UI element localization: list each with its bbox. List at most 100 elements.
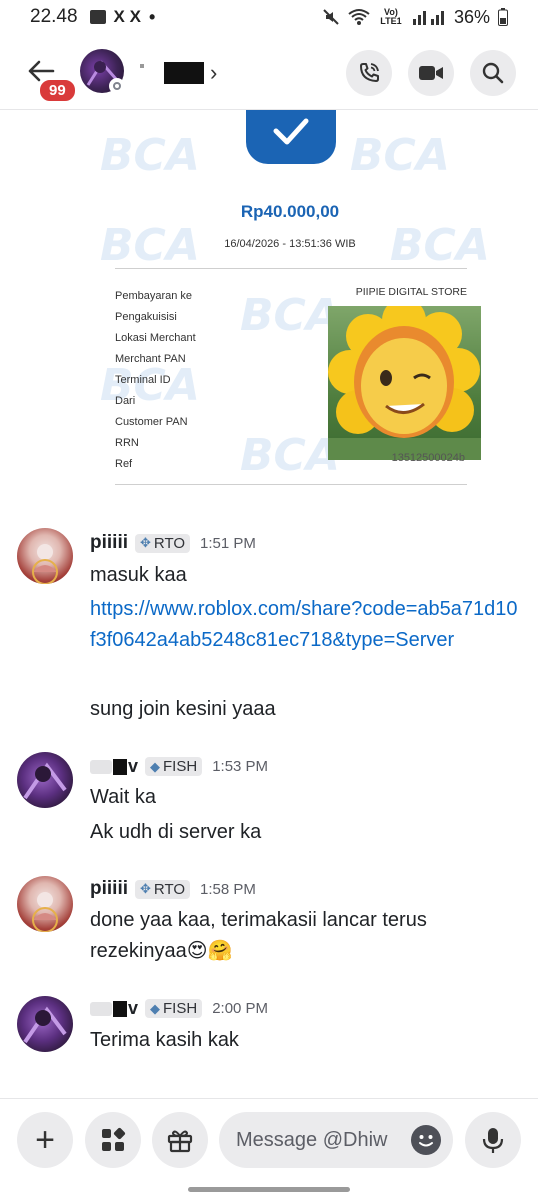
x-app-icons: X X (113, 7, 141, 26)
server-tag[interactable]: ✥ RTO (135, 533, 191, 553)
more-dot: • (148, 6, 156, 27)
ref-number: 13512500024b (391, 452, 465, 464)
avatar[interactable] (17, 752, 73, 808)
message-text: Terima kasih kak (90, 1029, 239, 1051)
receipt-label: Ref (115, 458, 133, 470)
redacted-username[interactable]: v (90, 998, 138, 1019)
timestamp: 1:53 PM (212, 758, 269, 775)
avatar-art (32, 544, 58, 584)
divider (115, 268, 467, 269)
receipt-label: Dari (115, 395, 136, 407)
unread-badge: 99 (38, 78, 77, 103)
attach-button[interactable]: + (17, 1112, 73, 1168)
timestamp: 1:58 PM (200, 880, 256, 898)
message-meta: piiiii ✥ RTO 1:51 PM (90, 532, 256, 554)
message-text: done yaa kaa, terimakasii lancar terus r… (90, 909, 427, 962)
redaction-block (113, 758, 127, 775)
server-tag[interactable]: ◆ FISH (145, 757, 203, 776)
fish-tag-icon: ◆ (150, 1000, 161, 1016)
gallery-icon (89, 10, 106, 24)
payment-receipt-image[interactable]: BCA BCA BCA BCA BCA BCA BCA Rp40.000,00 … (90, 110, 490, 500)
sunflower-sticker (328, 306, 481, 460)
avatar-art (23, 762, 67, 800)
receipt-labels: Pembayaran ke Pengakuisisi Lokasi Mercha… (115, 286, 196, 475)
tag-label: RTO (153, 534, 186, 552)
status-right-icons: Vo) LTE1 36% (322, 7, 508, 28)
message-composer: + Message @Dhiw (0, 1098, 538, 1200)
message-input[interactable]: Message @Dhiw (219, 1112, 453, 1168)
redaction-blur (90, 1001, 112, 1016)
gift-icon (167, 1130, 193, 1153)
rto-tag-icon: ✥ (140, 881, 151, 896)
redaction-blur (90, 759, 112, 774)
avatar[interactable] (17, 996, 73, 1052)
signal-icon (412, 11, 444, 25)
video-call-button[interactable] (408, 50, 454, 96)
redacted-name-block (164, 62, 204, 84)
username[interactable]: piiiii (90, 878, 128, 900)
message-text: Wait ka (90, 786, 156, 808)
status-time: 22.48 (30, 6, 78, 27)
message-placeholder: Message @Dhiw (236, 1128, 388, 1151)
message-meta: piiiii ✥ RTO 1:58 PM (90, 878, 256, 900)
username-fragment: v (128, 998, 139, 1018)
gesture-nav-bar[interactable] (188, 1187, 350, 1192)
merchant-name: PIIPIE DIGITAL STORE (355, 286, 467, 298)
receipt-label: Customer PAN (115, 416, 188, 428)
gift-button[interactable] (152, 1112, 208, 1168)
status-bar: 22.48 X X • Vo) LTE1 36% (0, 0, 538, 34)
lte-label: Vo) LTE1 (380, 7, 402, 26)
mute-icon (323, 9, 339, 25)
call-button[interactable] (346, 50, 392, 96)
apps-icon (102, 1127, 126, 1151)
message-text: sung join kesini yaaa (90, 698, 276, 720)
voice-button[interactable] (465, 1112, 521, 1168)
emoji-icon (419, 1135, 433, 1147)
watermark-bca: BCA (100, 130, 200, 181)
tag-label: RTO (153, 880, 186, 898)
divider (115, 484, 467, 485)
receipt-label: Terminal ID (115, 374, 171, 386)
success-check (246, 110, 336, 164)
tag-label: FISH (163, 758, 198, 775)
avatar-art (23, 1006, 67, 1044)
message-text: masuk kaa (90, 564, 187, 586)
search-icon (482, 62, 504, 84)
watermark-bca: BCA (240, 430, 340, 481)
receipt-label: Pengakuisisi (115, 311, 177, 323)
search-button[interactable] (470, 50, 516, 96)
battery-icon (498, 8, 508, 26)
sunflower-face-art (328, 306, 481, 460)
redacted-name (140, 64, 144, 68)
chevron-right-icon: › (210, 60, 218, 85)
apps-button[interactable] (85, 1112, 141, 1168)
receipt-label: Lokasi Merchant (115, 332, 196, 344)
emoji-button[interactable] (411, 1125, 441, 1155)
username[interactable]: piiiii (90, 532, 128, 554)
plus-icon: + (35, 1121, 55, 1159)
message-link[interactable]: https://www.roblox.com/share?code=ab5a71… (90, 594, 520, 656)
server-tag[interactable]: ✥ RTO (135, 879, 191, 899)
conversation-title[interactable]: › (140, 60, 217, 86)
server-tag[interactable]: ◆ FISH (145, 999, 203, 1018)
avatar[interactable] (17, 528, 73, 584)
check-icon (273, 118, 309, 145)
status-indicator (109, 78, 125, 94)
receipt-label: Merchant PAN (115, 353, 186, 365)
watermark-bca: BCA (240, 290, 340, 341)
tag-label: FISH (163, 1000, 198, 1017)
video-icon (419, 66, 443, 80)
avatar-art (32, 892, 58, 932)
message-text: Ak udh di server ka (90, 821, 262, 843)
rto-tag-icon: ✥ (140, 535, 151, 550)
payment-amount: Rp40.000,00 (240, 202, 340, 221)
wifi-icon (348, 9, 370, 25)
redacted-username[interactable]: v (90, 756, 138, 777)
message-meta: v ◆ FISH 1:53 PM (90, 756, 268, 777)
message-meta: v ◆ FISH 2:00 PM (90, 998, 268, 1019)
redaction-block (113, 1000, 127, 1017)
watermark-bca: BCA (350, 130, 450, 181)
timestamp: 1:51 PM (200, 534, 256, 552)
username-fragment: v (128, 756, 139, 776)
avatar[interactable] (17, 876, 73, 932)
